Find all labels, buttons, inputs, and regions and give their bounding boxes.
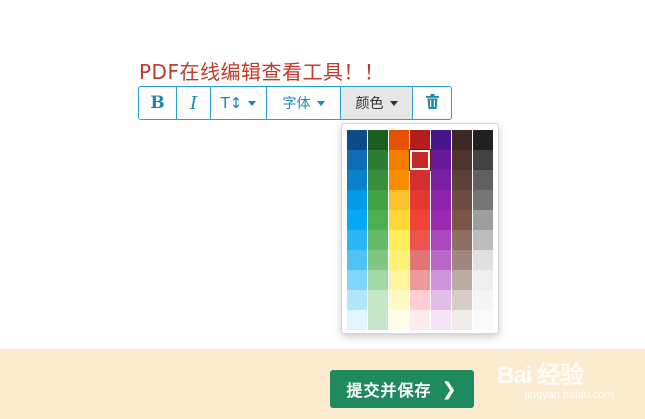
color-swatch[interactable] — [473, 190, 493, 210]
font-size-icon: T↕ — [220, 94, 243, 112]
color-swatch[interactable] — [473, 150, 493, 170]
chevron-right-icon: ❯ — [441, 378, 458, 400]
color-swatch[interactable] — [431, 310, 451, 330]
color-swatch[interactable] — [473, 250, 493, 270]
color-swatch[interactable] — [452, 150, 472, 170]
color-swatch[interactable] — [452, 190, 472, 210]
color-swatch[interactable] — [347, 190, 367, 210]
color-swatch[interactable] — [452, 270, 472, 290]
color-swatch[interactable] — [347, 290, 367, 310]
color-swatch[interactable] — [347, 250, 367, 270]
watermark-url: jingyan.baidu.com — [525, 389, 614, 401]
chevron-down-icon — [316, 100, 325, 106]
text-format-toolbar: B I T↕ 字体 颜色 — [138, 86, 452, 120]
color-swatch[interactable] — [368, 230, 388, 250]
color-swatch[interactable] — [452, 210, 472, 230]
color-swatch[interactable] — [452, 290, 472, 310]
color-swatch[interactable] — [347, 170, 367, 190]
color-swatch[interactable] — [410, 310, 430, 330]
color-swatch[interactable] — [410, 290, 430, 310]
chevron-down-icon — [389, 100, 398, 106]
color-swatch[interactable] — [410, 130, 430, 150]
color-swatch[interactable] — [431, 270, 451, 290]
color-swatch[interactable] — [389, 170, 409, 190]
color-swatch[interactable] — [347, 130, 367, 150]
color-swatch[interactable] — [368, 250, 388, 270]
color-swatch[interactable] — [389, 270, 409, 290]
color-swatch[interactable] — [410, 210, 430, 230]
color-palette-popup — [341, 123, 499, 334]
color-swatch[interactable] — [368, 270, 388, 290]
color-swatch[interactable] — [368, 310, 388, 330]
color-swatch[interactable] — [410, 270, 430, 290]
color-swatch-grid — [347, 130, 493, 330]
font-family-label: 字体 — [282, 96, 311, 112]
color-swatch[interactable] — [410, 230, 430, 250]
color-swatch[interactable] — [368, 190, 388, 210]
color-swatch[interactable] — [431, 190, 451, 210]
color-swatch[interactable] — [389, 190, 409, 210]
color-swatch[interactable] — [368, 130, 388, 150]
color-swatch[interactable] — [368, 150, 388, 170]
color-swatch[interactable] — [389, 210, 409, 230]
delete-button[interactable] — [413, 87, 451, 119]
color-swatch[interactable] — [389, 150, 409, 170]
color-swatch[interactable] — [368, 210, 388, 230]
font-size-dropdown[interactable]: T↕ — [211, 87, 267, 119]
color-swatch[interactable] — [431, 210, 451, 230]
color-swatch[interactable] — [431, 290, 451, 310]
color-swatch[interactable] — [431, 230, 451, 250]
color-swatch[interactable] — [473, 210, 493, 230]
color-swatch[interactable] — [368, 170, 388, 190]
bold-button[interactable]: B — [139, 87, 177, 119]
color-swatch[interactable] — [431, 250, 451, 270]
color-swatch[interactable] — [389, 310, 409, 330]
color-swatch[interactable] — [347, 210, 367, 230]
submit-save-button[interactable]: 提交并保存 ❯ — [330, 370, 474, 408]
color-swatch[interactable] — [452, 230, 472, 250]
color-swatch[interactable] — [410, 170, 430, 190]
color-swatch[interactable] — [452, 170, 472, 190]
color-swatch[interactable] — [473, 310, 493, 330]
color-swatch[interactable] — [431, 130, 451, 150]
baidu-jingyan-watermark: Bai 经验 jingyan.baidu.com — [497, 347, 637, 413]
chevron-down-icon — [248, 100, 257, 106]
color-swatch[interactable] — [410, 190, 430, 210]
trash-icon — [425, 93, 439, 113]
color-swatch[interactable] — [431, 150, 451, 170]
color-swatch[interactable] — [410, 250, 430, 270]
color-swatch[interactable] — [409, 149, 431, 171]
color-swatch[interactable] — [473, 130, 493, 150]
color-swatch[interactable] — [431, 170, 451, 190]
watermark-logo-text: Bai 经验 — [497, 362, 584, 389]
color-swatch[interactable] — [452, 130, 472, 150]
color-dropdown[interactable]: 颜色 — [341, 87, 413, 119]
color-swatch[interactable] — [389, 230, 409, 250]
submit-label: 提交并保存 — [346, 381, 432, 400]
color-swatch[interactable] — [389, 290, 409, 310]
color-swatch[interactable] — [347, 270, 367, 290]
color-swatch[interactable] — [452, 310, 472, 330]
color-swatch[interactable] — [347, 230, 367, 250]
italic-button[interactable]: I — [177, 87, 211, 119]
editable-text[interactable]: PDF在线编辑查看工具！！ — [139, 59, 384, 85]
color-swatch[interactable] — [389, 250, 409, 270]
color-label: 颜色 — [355, 96, 384, 112]
color-swatch[interactable] — [473, 170, 493, 190]
font-family-dropdown[interactable]: 字体 — [267, 87, 341, 119]
color-swatch[interactable] — [347, 150, 367, 170]
color-swatch[interactable] — [473, 270, 493, 290]
color-swatch[interactable] — [473, 290, 493, 310]
color-swatch[interactable] — [473, 230, 493, 250]
color-swatch[interactable] — [347, 310, 367, 330]
color-swatch[interactable] — [452, 250, 472, 270]
color-swatch[interactable] — [389, 130, 409, 150]
color-swatch[interactable] — [368, 290, 388, 310]
